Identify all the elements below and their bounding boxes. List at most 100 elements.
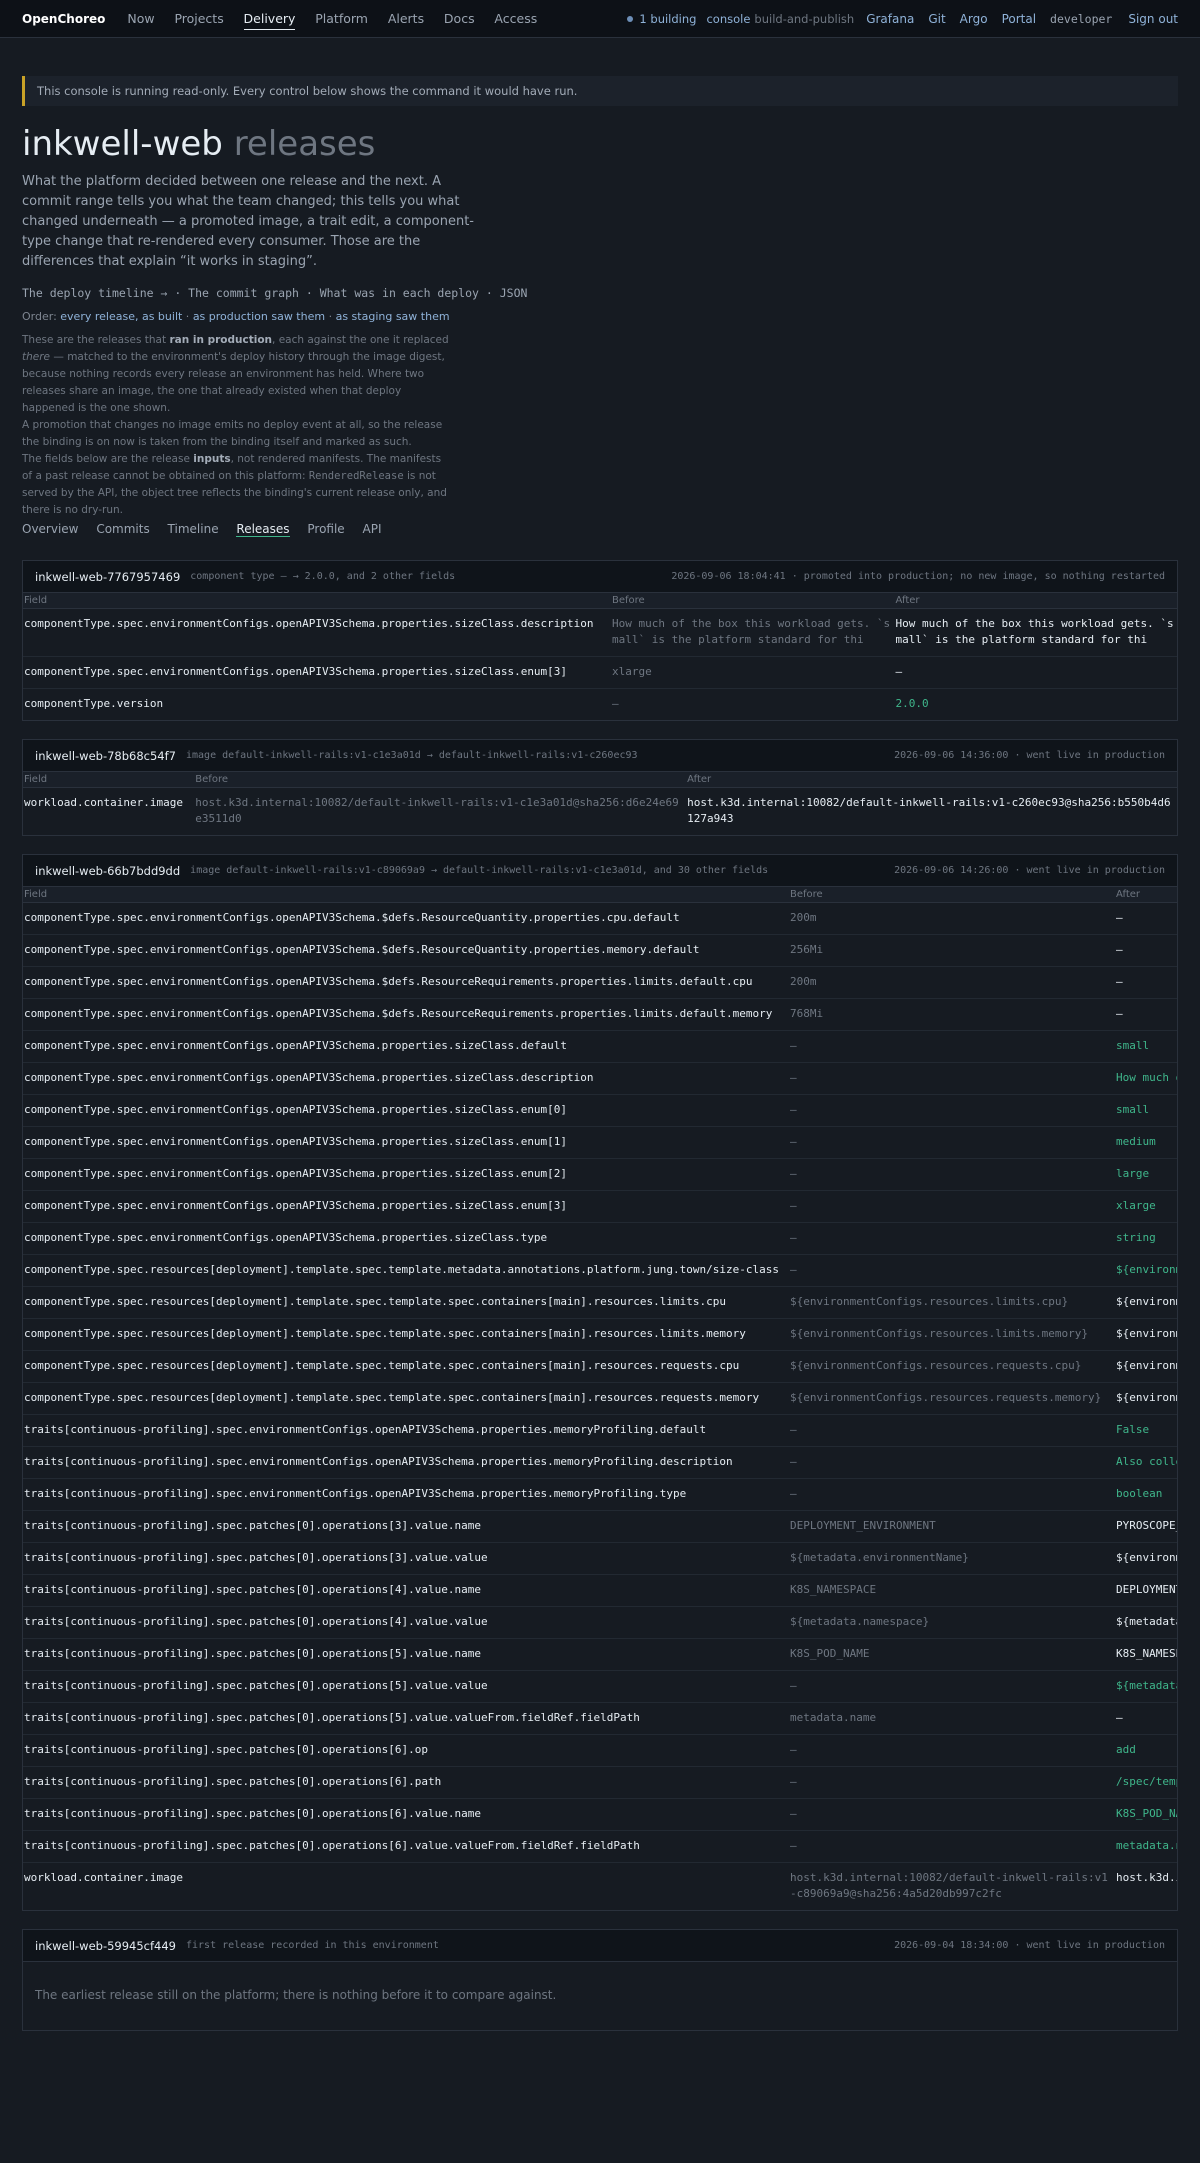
tab-releases[interactable]: Releases bbox=[236, 522, 290, 537]
page-content: This console is running read-only. Every… bbox=[0, 76, 1200, 2031]
before-value: — bbox=[789, 1062, 1115, 1095]
diff-table-scroll[interactable]: Field Before After componentType.spec.envir… bbox=[23, 887, 1177, 1910]
table-row: componentType.version — 2.0.0 bbox=[23, 689, 1177, 721]
nav-platform[interactable]: Platform bbox=[315, 8, 368, 29]
nav-access[interactable]: Access bbox=[494, 8, 537, 29]
table-row: componentType.spec.resources[deployment]… bbox=[23, 1350, 1177, 1383]
before-value: ${environmentConfigs.resources.requests.… bbox=[789, 1382, 1115, 1415]
after-value: K8S_NAMESPACE bbox=[1115, 1638, 1177, 1671]
field-path: traits[continuous-profiling].spec.enviro… bbox=[23, 1414, 789, 1447]
release-card: inkwell-web-59945cf449 first release rec… bbox=[22, 1929, 1178, 2031]
before-value: ${environmentConfigs.resources.limits.cp… bbox=[789, 1286, 1115, 1319]
brand-logo[interactable]: OpenChoreo bbox=[22, 12, 105, 26]
page-lead: What the platform decided between one re… bbox=[22, 174, 474, 269]
field-path: traits[continuous-profiling].spec.patche… bbox=[23, 1830, 789, 1863]
order-staging[interactable]: as staging saw them bbox=[336, 310, 450, 323]
field-path: componentType.spec.environmentConfigs.op… bbox=[23, 1030, 789, 1063]
release-name[interactable]: inkwell-web-59945cf449 bbox=[35, 1939, 176, 1953]
after-value: ${environment "" ? environm bbox=[1115, 1286, 1177, 1319]
before-value: host.k3d.internal:10082/default-inkwell-… bbox=[790, 1871, 1108, 1900]
table-row: traits[continuous-profiling].spec.patche… bbox=[23, 1702, 1177, 1735]
field-path: componentType.spec.environmentConfigs.op… bbox=[23, 1062, 789, 1095]
signout-link[interactable]: Sign out bbox=[1128, 12, 1178, 26]
nav-alerts[interactable]: Alerts bbox=[388, 8, 424, 29]
order-production[interactable]: as production saw them bbox=[193, 310, 325, 323]
col-after: After bbox=[1115, 887, 1177, 903]
building-count[interactable]: 1 building bbox=[639, 12, 696, 26]
tab-timeline[interactable]: Timeline bbox=[168, 522, 219, 536]
console-label[interactable]: console bbox=[706, 12, 750, 26]
table-row: componentType.spec.resources[deployment]… bbox=[23, 1382, 1177, 1415]
before-value: metadata.name bbox=[789, 1702, 1115, 1735]
col-field: Field bbox=[23, 772, 195, 788]
col-before: Before bbox=[611, 593, 895, 609]
tab-overview[interactable]: Overview bbox=[22, 522, 79, 536]
field-path: workload.container.image bbox=[24, 796, 183, 809]
table-row: workload.container.image host.k3d.interna… bbox=[23, 788, 1177, 836]
table-row: componentType.spec.environmentConfigs.op… bbox=[23, 934, 1177, 967]
field-path: traits[continuous-profiling].spec.enviro… bbox=[23, 1478, 789, 1511]
top-nav: OpenChoreo Now Projects Delivery Platfor… bbox=[0, 0, 1200, 38]
nav-delivery[interactable]: Delivery bbox=[243, 8, 296, 30]
release-summary: first release recorded in this environme… bbox=[186, 1940, 439, 1951]
order-sep: · bbox=[182, 310, 193, 323]
table-row: traits[continuous-profiling].spec.patche… bbox=[23, 1638, 1177, 1671]
after-value: — bbox=[1115, 998, 1177, 1031]
after-value: K8S_POD_NAME bbox=[1115, 1798, 1177, 1831]
before-value: — bbox=[789, 1766, 1115, 1799]
after-value: — bbox=[1115, 1702, 1177, 1735]
table-row: componentType.spec.environmentConfigs.op… bbox=[23, 1126, 1177, 1159]
diff-table: Field Before After componentType.spec.envi… bbox=[23, 593, 1177, 720]
explain-text: , each against the one it replaced bbox=[272, 334, 449, 346]
col-after: After bbox=[686, 772, 1177, 788]
before-value: — bbox=[789, 1254, 1115, 1287]
explain-text: These are the releases that bbox=[22, 334, 170, 346]
table-row: componentType.spec.environmentConfigs.op… bbox=[23, 656, 1177, 689]
col-before: Before bbox=[194, 772, 687, 788]
nav-projects[interactable]: Projects bbox=[174, 8, 223, 29]
order-every-release[interactable]: every release, as built bbox=[60, 310, 182, 323]
before-value: K8S_NAMESPACE bbox=[789, 1574, 1115, 1607]
field-path: workload.container.image bbox=[24, 1871, 183, 1884]
field-path: traits[continuous-profiling].spec.patche… bbox=[23, 1670, 789, 1703]
table-row: traits[continuous-profiling].spec.patche… bbox=[23, 1510, 1177, 1543]
link-argo[interactable]: Argo bbox=[960, 12, 988, 26]
field-path: componentType.spec.resources[deployment]… bbox=[23, 1382, 789, 1415]
nav-docs[interactable]: Docs bbox=[444, 8, 475, 29]
field-path: componentType.spec.resources[deployment]… bbox=[23, 1318, 789, 1351]
field-path: componentType.spec.environmentConfigs.op… bbox=[23, 1190, 789, 1223]
explain-p3: The fields below are the release inputs,… bbox=[22, 451, 452, 519]
table-row: traits[continuous-profiling].spec.patche… bbox=[23, 1542, 1177, 1575]
link-git[interactable]: Git bbox=[928, 12, 945, 26]
release-name[interactable]: inkwell-web-66b7bdd9dd bbox=[35, 864, 180, 878]
tab-profile[interactable]: Profile bbox=[307, 522, 344, 536]
field-path: componentType.spec.environmentConfigs.op… bbox=[23, 966, 789, 999]
release-summary: component type — → 2.0.0, and 2 other fi… bbox=[190, 571, 456, 582]
after-value: Also collect pyroscope-io bbox=[1115, 1446, 1177, 1479]
after-value: large bbox=[1115, 1158, 1177, 1191]
before-value: xlarge bbox=[611, 656, 895, 689]
nav-now[interactable]: Now bbox=[127, 8, 154, 29]
explain-bold: inputs bbox=[193, 453, 231, 465]
link-grafana[interactable]: Grafana bbox=[866, 12, 914, 26]
before-value: — bbox=[789, 1414, 1115, 1447]
link-portal[interactable]: Portal bbox=[1002, 12, 1036, 26]
tab-api[interactable]: API bbox=[363, 522, 382, 536]
release-name[interactable]: inkwell-web-7767957469 bbox=[35, 570, 180, 584]
field-path: componentType.spec.environmentConfigs.op… bbox=[23, 998, 789, 1031]
related-links[interactable]: The deploy timeline → · The commit graph… bbox=[22, 286, 1178, 300]
col-field: Field bbox=[23, 887, 789, 903]
field-path: componentType.spec.environmentConfigs.op… bbox=[23, 934, 789, 967]
after-value: medium bbox=[1115, 1126, 1177, 1159]
after-value: /spec/templat (@.name=='mai bbox=[1115, 1766, 1177, 1799]
tab-commits[interactable]: Commits bbox=[96, 522, 149, 536]
field-path: componentType.spec.environmentConfigs.op… bbox=[23, 1126, 789, 1159]
after-value: ${metadata.en bbox=[1115, 1606, 1177, 1639]
before-value: — bbox=[789, 1446, 1115, 1479]
before-value: ${metadata.namespace} bbox=[789, 1606, 1115, 1639]
release-header: inkwell-web-7767957469 component type — … bbox=[23, 561, 1177, 593]
diff-table: Field Before After workload.container.imag… bbox=[23, 772, 1177, 835]
field-path: traits[continuous-profiling].spec.patche… bbox=[23, 1542, 789, 1575]
before-value: ${environmentConfigs.resources.requests.… bbox=[789, 1350, 1115, 1383]
release-name[interactable]: inkwell-web-78b68c54f7 bbox=[35, 749, 176, 763]
